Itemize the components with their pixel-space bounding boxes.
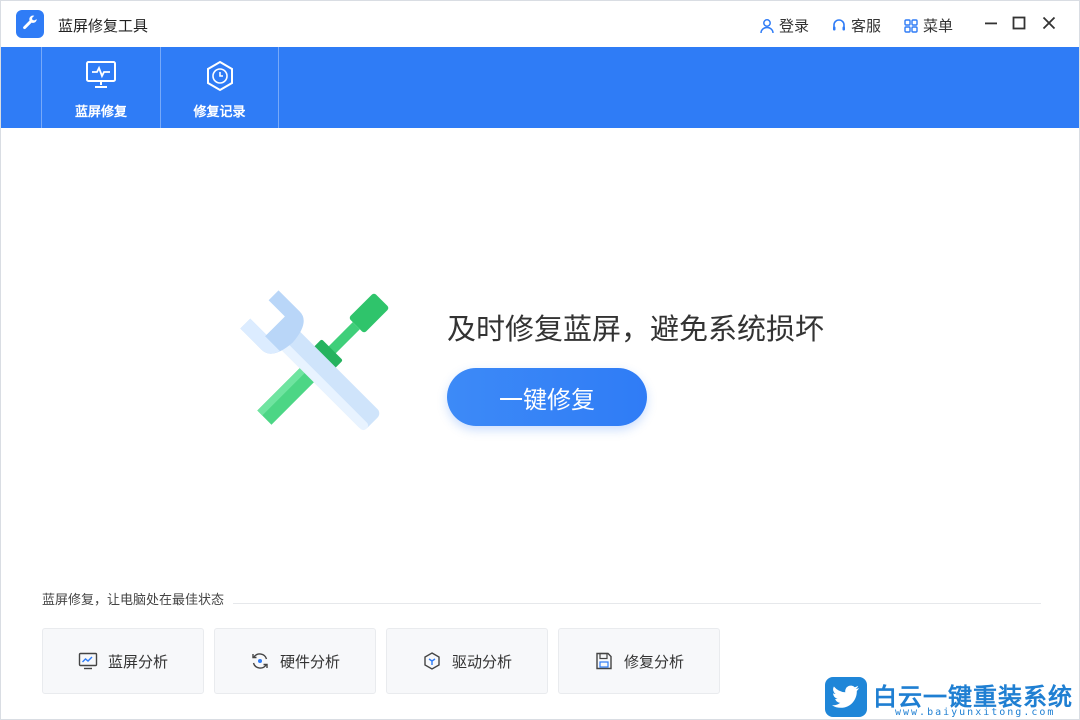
title-bar: 蓝屏修复工具 登录 客服 菜单 [1,1,1079,47]
app-title: 蓝屏修复工具 [58,17,149,35]
wrench-screwdriver-illustration [231,281,401,446]
card-label: 蓝屏分析 [107,652,168,671]
tab-label: 修复记录 [193,105,246,120]
section-caption: 蓝屏修复，让电脑处在最佳状态 [42,589,233,608]
card-label: 修复分析 [623,652,684,671]
driver-analysis-card[interactable]: 驱动分析 [386,628,548,694]
menu-label: 菜单 [923,17,954,35]
card-label: 驱动分析 [451,652,512,671]
bluescreen-analysis-card[interactable]: 蓝屏分析 [42,628,204,694]
hardware-analysis-card[interactable]: 硬件分析 [214,628,376,694]
grid-menu-icon [904,18,918,33]
minimize-icon [985,22,997,25]
tab-repair-history[interactable]: 修复记录 [160,47,279,128]
login-label: 登录 [779,17,810,35]
maximize-icon [1012,16,1026,30]
menu-button[interactable]: 菜单 [903,15,953,36]
floppy-disk-icon [596,652,612,670]
headset-icon [833,18,845,30]
watermark: 白云一键重装系统 www.baiyunxitong.com [825,677,1077,719]
monitor-pulse-icon [86,61,116,88]
one-click-repair-button[interactable]: 一键修复 [447,368,647,426]
refresh-cycle-icon [252,653,268,669]
bird-logo-icon [825,677,867,717]
cube-icon [424,652,440,670]
tab-bluescreen-repair[interactable]: 蓝屏修复 [41,47,160,128]
clock-hexagon-icon [206,60,233,92]
wrench-app-icon [16,10,44,38]
customer-service-button[interactable]: 客服 [831,15,881,36]
section-divider [233,603,1041,604]
card-label: 硬件分析 [279,652,340,671]
app-window: 蓝屏修复工具 登录 客服 菜单 蓝屏修复 修复记录 及时修复蓝屏，避免系统损坏 … [0,0,1080,720]
close-button[interactable] [1039,13,1059,33]
minimize-button[interactable] [981,13,1001,33]
repair-analysis-card[interactable]: 修复分析 [558,628,720,694]
watermark-url: www.baiyunxitong.com [895,707,1056,718]
login-button[interactable]: 登录 [759,15,809,36]
close-icon [1042,16,1056,30]
service-label: 客服 [851,17,882,35]
maximize-button[interactable] [1009,13,1029,33]
user-icon [760,18,774,33]
hero-heading: 及时修复蓝屏，避免系统损坏 [447,312,825,346]
chart-monitor-icon [78,652,98,670]
tab-label: 蓝屏修复 [74,105,127,120]
main-toolbar: 蓝屏修复 修复记录 [1,47,1079,128]
